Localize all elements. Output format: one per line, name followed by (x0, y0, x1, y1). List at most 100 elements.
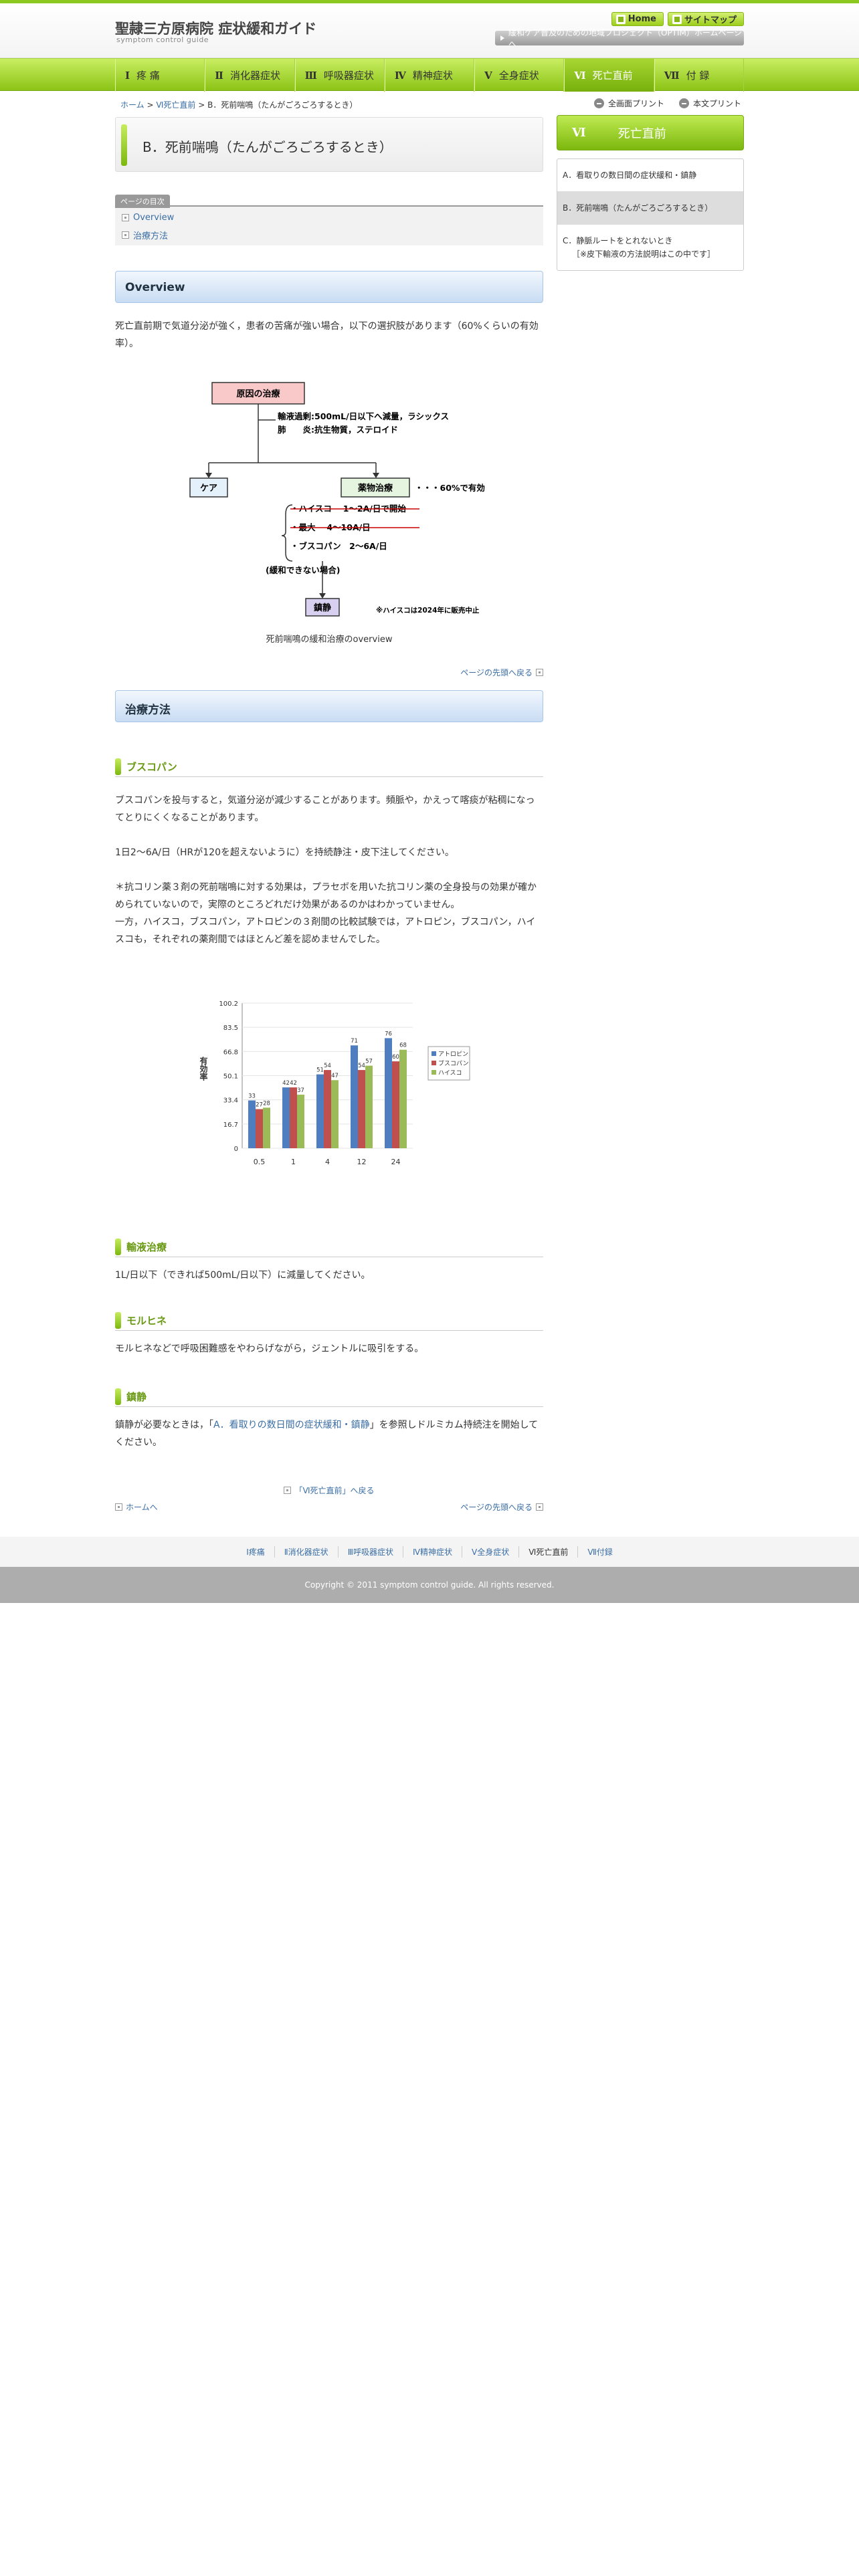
nav-item-1[interactable]: Ⅰ疼 痛 (115, 59, 205, 92)
sedation-ref-link[interactable]: A．看取りの数日間の症状緩和・鎮静 (213, 1420, 370, 1430)
optim-project-link[interactable]: 緩和ケア普及のための地域プロジェクト（OPTIM）ホームページへ (495, 28, 744, 49)
toc-item-overview[interactable]: Overview (122, 213, 543, 223)
x-tick-label: 12 (357, 1158, 367, 1166)
page-title: B．死前喘鳴（たんがごろごろするとき） (142, 139, 393, 155)
buscopan-para-1: ブスコパンを投与すると，気道分泌が減少することがあります。頻脈や，かえって喀痰が… (115, 795, 535, 823)
subheading-sedation: 鎮静 (115, 1387, 543, 1407)
breadcrumb-row: ホーム > Ⅵ死亡直前 > B．死前喘鳴（たんがごろごろするとき） 全画面プリン… (115, 91, 744, 115)
toc-label: ページの目次 (115, 195, 170, 208)
heading-marker-icon (115, 1312, 121, 1329)
drug-effect-note: ・・・60%で有効 (415, 483, 485, 493)
bar-data-label: 68 (399, 1043, 407, 1049)
legend-label: ハイスコ (438, 1070, 462, 1077)
side-item-c[interactable]: C．静脈ルートをとれないとき ［※皮下輸液の方法説明はこの中です］ (557, 225, 743, 270)
side-item-a[interactable]: A．看取りの数日間の症状緩和・鎮静 (557, 159, 743, 192)
print-full-button[interactable]: 全画面プリント (593, 98, 664, 109)
minus-circle-icon (593, 98, 604, 108)
overview-text: 死亡直前期で気道分泌が強く，患者の苦痛が強い場合，以下の選択肢があります（60%… (115, 321, 539, 349)
bar-0-0 (248, 1100, 256, 1148)
back-to-top-link[interactable]: ページの先頭へ戻る (115, 667, 543, 678)
bar-2-3 (365, 1065, 373, 1148)
footer-nav: Ⅰ疼痛 Ⅱ消化器症状 Ⅲ呼吸器症状 Ⅳ精神症状 Ⅴ全身症状 Ⅵ死亡直前 Ⅶ付録 (0, 1537, 859, 1567)
back-to-chapter-link[interactable]: 「Ⅵ死亡直前」へ戻る (115, 1485, 543, 1496)
x-tick-label: 0.5 (254, 1158, 266, 1166)
cause-line-1: 輸液過剰:500mL/日以下へ減量，ラシックス (278, 411, 449, 421)
diagram-caption: 死前喘鳴の緩和治療のoverview (266, 635, 393, 645)
buscopan-para-4: 一方，ハイスコ，ブスコパン，アトロピンの３剤間の比較試験では，アトロピン，ブスコ… (115, 917, 536, 945)
footer-link-6[interactable]: Ⅵ死亡直前 (518, 1546, 577, 1558)
heading-marker-icon (115, 1239, 121, 1255)
back-to-top-link-2[interactable]: ページの先頭へ戻る (460, 1501, 543, 1513)
subheading-buscopan: ブスコパン (115, 757, 543, 777)
nav-item-5[interactable]: Ⅴ 全身症状 (474, 59, 565, 92)
drug-option-buscopan: ・ブスコパン 2～6A/日 (290, 541, 387, 551)
footer-link-2[interactable]: Ⅱ消化器症状 (274, 1546, 338, 1558)
legend-swatch (432, 1051, 436, 1056)
bar-data-label: 71 (351, 1038, 358, 1045)
bar-0-2 (316, 1074, 324, 1148)
nav-item-6[interactable]: Ⅵ 死亡直前 (564, 59, 654, 92)
y-tick-label: 0 (234, 1146, 238, 1153)
bullet-box-icon (122, 214, 129, 221)
side-nav: Ⅵ 死亡直前 A．看取りの数日間の症状緩和・鎮静 B．死前喘鳴（たんがごろごろする… (557, 115, 744, 271)
sedation-box-label: 鎮静 (314, 603, 331, 613)
bar-1-2 (324, 1070, 331, 1148)
buscopan-para-2: 1日2～6A/日（HRが120を超えないように）を持続静注・皮下注してください。 (115, 847, 454, 858)
breadcrumb-current: B．死前喘鳴（たんがごろごろするとき） (207, 100, 358, 110)
arrow-box-icon (115, 1503, 122, 1511)
bar-1-1 (290, 1087, 297, 1148)
section-heading-overview: Overview (115, 271, 543, 303)
bar-data-label: 42 (282, 1080, 290, 1087)
buscopan-para-3: ＊抗コリン薬３剤の死前喘鳴に対する効果は，プラセボを用いた抗コリン薬の全身投与の… (115, 882, 537, 910)
bar-data-label: 54 (324, 1063, 331, 1069)
home-button[interactable]: Home (611, 12, 664, 26)
sitemap-button[interactable]: サイトマップ (667, 12, 744, 26)
bar-0-1 (282, 1087, 290, 1148)
home-footer-link[interactable]: ホームへ (115, 1501, 158, 1513)
infusion-text: 1L/日以下（できれば500mL/日以下）に減量してください。 (115, 1270, 371, 1281)
breadcrumb-parent[interactable]: Ⅵ死亡直前 (156, 100, 195, 110)
bar-data-label: 54 (358, 1063, 365, 1069)
cause-line-2: 肺 炎:抗生物質，ステロイド (278, 425, 398, 435)
site-header: 聖隷三方原病院 症状緩和ガイド symptom control guide Ho… (0, 3, 859, 58)
bar-data-label: 47 (331, 1073, 339, 1079)
toc-item-treatment[interactable]: 治療方法 (122, 229, 543, 241)
legend-label: ブスコパン (438, 1059, 468, 1067)
print-body-button[interactable]: 本文プリント (678, 98, 741, 109)
x-tick-label: 24 (391, 1158, 401, 1166)
footer-link-1[interactable]: Ⅰ疼痛 (237, 1546, 274, 1558)
footer-link-5[interactable]: Ⅴ全身症状 (462, 1546, 518, 1558)
breadcrumb-home[interactable]: ホーム (120, 100, 145, 110)
nav-item-4[interactable]: Ⅳ 精神症状 (384, 59, 475, 92)
heading-marker-icon (115, 1388, 121, 1405)
legend-label: アトロピン (438, 1051, 468, 1058)
side-chapter-heading[interactable]: Ⅵ 死亡直前 (557, 115, 744, 150)
breadcrumb: ホーム > Ⅵ死亡直前 > B．死前喘鳴（たんがごろごろするとき） (120, 100, 358, 110)
y-tick-label: 16.7 (223, 1121, 238, 1129)
home-icon (615, 14, 626, 24)
nav-item-7[interactable]: Ⅶ付 録 (654, 59, 744, 92)
bar-data-label: 60 (392, 1054, 399, 1061)
side-nav-list: A．看取りの数日間の症状緩和・鎮静 B．死前喘鳴（たんがごろごろするとき） C．… (557, 158, 744, 271)
bar-1-0 (256, 1109, 263, 1148)
side-item-b[interactable]: B．死前喘鳴（たんがごろごろするとき） (557, 192, 743, 225)
minus-circle-icon (678, 98, 689, 108)
fail-label: (緩和できない場合) (266, 565, 340, 575)
bar-2-1 (297, 1094, 304, 1148)
cause-box-label: 原因の治療 (236, 389, 280, 399)
nav-item-3[interactable]: Ⅲ 呼吸器症状 (294, 59, 385, 92)
y-axis-label: 有効率 (199, 1056, 208, 1081)
footer-link-3[interactable]: Ⅲ呼吸器症状 (337, 1546, 403, 1558)
footer-link-4[interactable]: Ⅳ精神症状 (402, 1546, 462, 1558)
page-toc: ページの目次 Overview 治療方法 (115, 193, 543, 245)
legend-swatch (432, 1061, 436, 1065)
x-tick-label: 1 (291, 1158, 296, 1166)
heading-marker-icon (115, 758, 121, 775)
legend-swatch (432, 1070, 436, 1075)
morphine-text: モルヒネなどで呼吸困難感をやわらげながら，ジェントルに吸引をする。 (115, 1344, 424, 1354)
footer-link-7[interactable]: Ⅶ付録 (577, 1546, 622, 1558)
bar-data-label: 51 (316, 1067, 324, 1074)
nav-item-2[interactable]: Ⅱ 消化器症状 (205, 59, 295, 92)
bar-data-label: 27 (256, 1102, 263, 1109)
title-accent-bar (121, 124, 127, 166)
